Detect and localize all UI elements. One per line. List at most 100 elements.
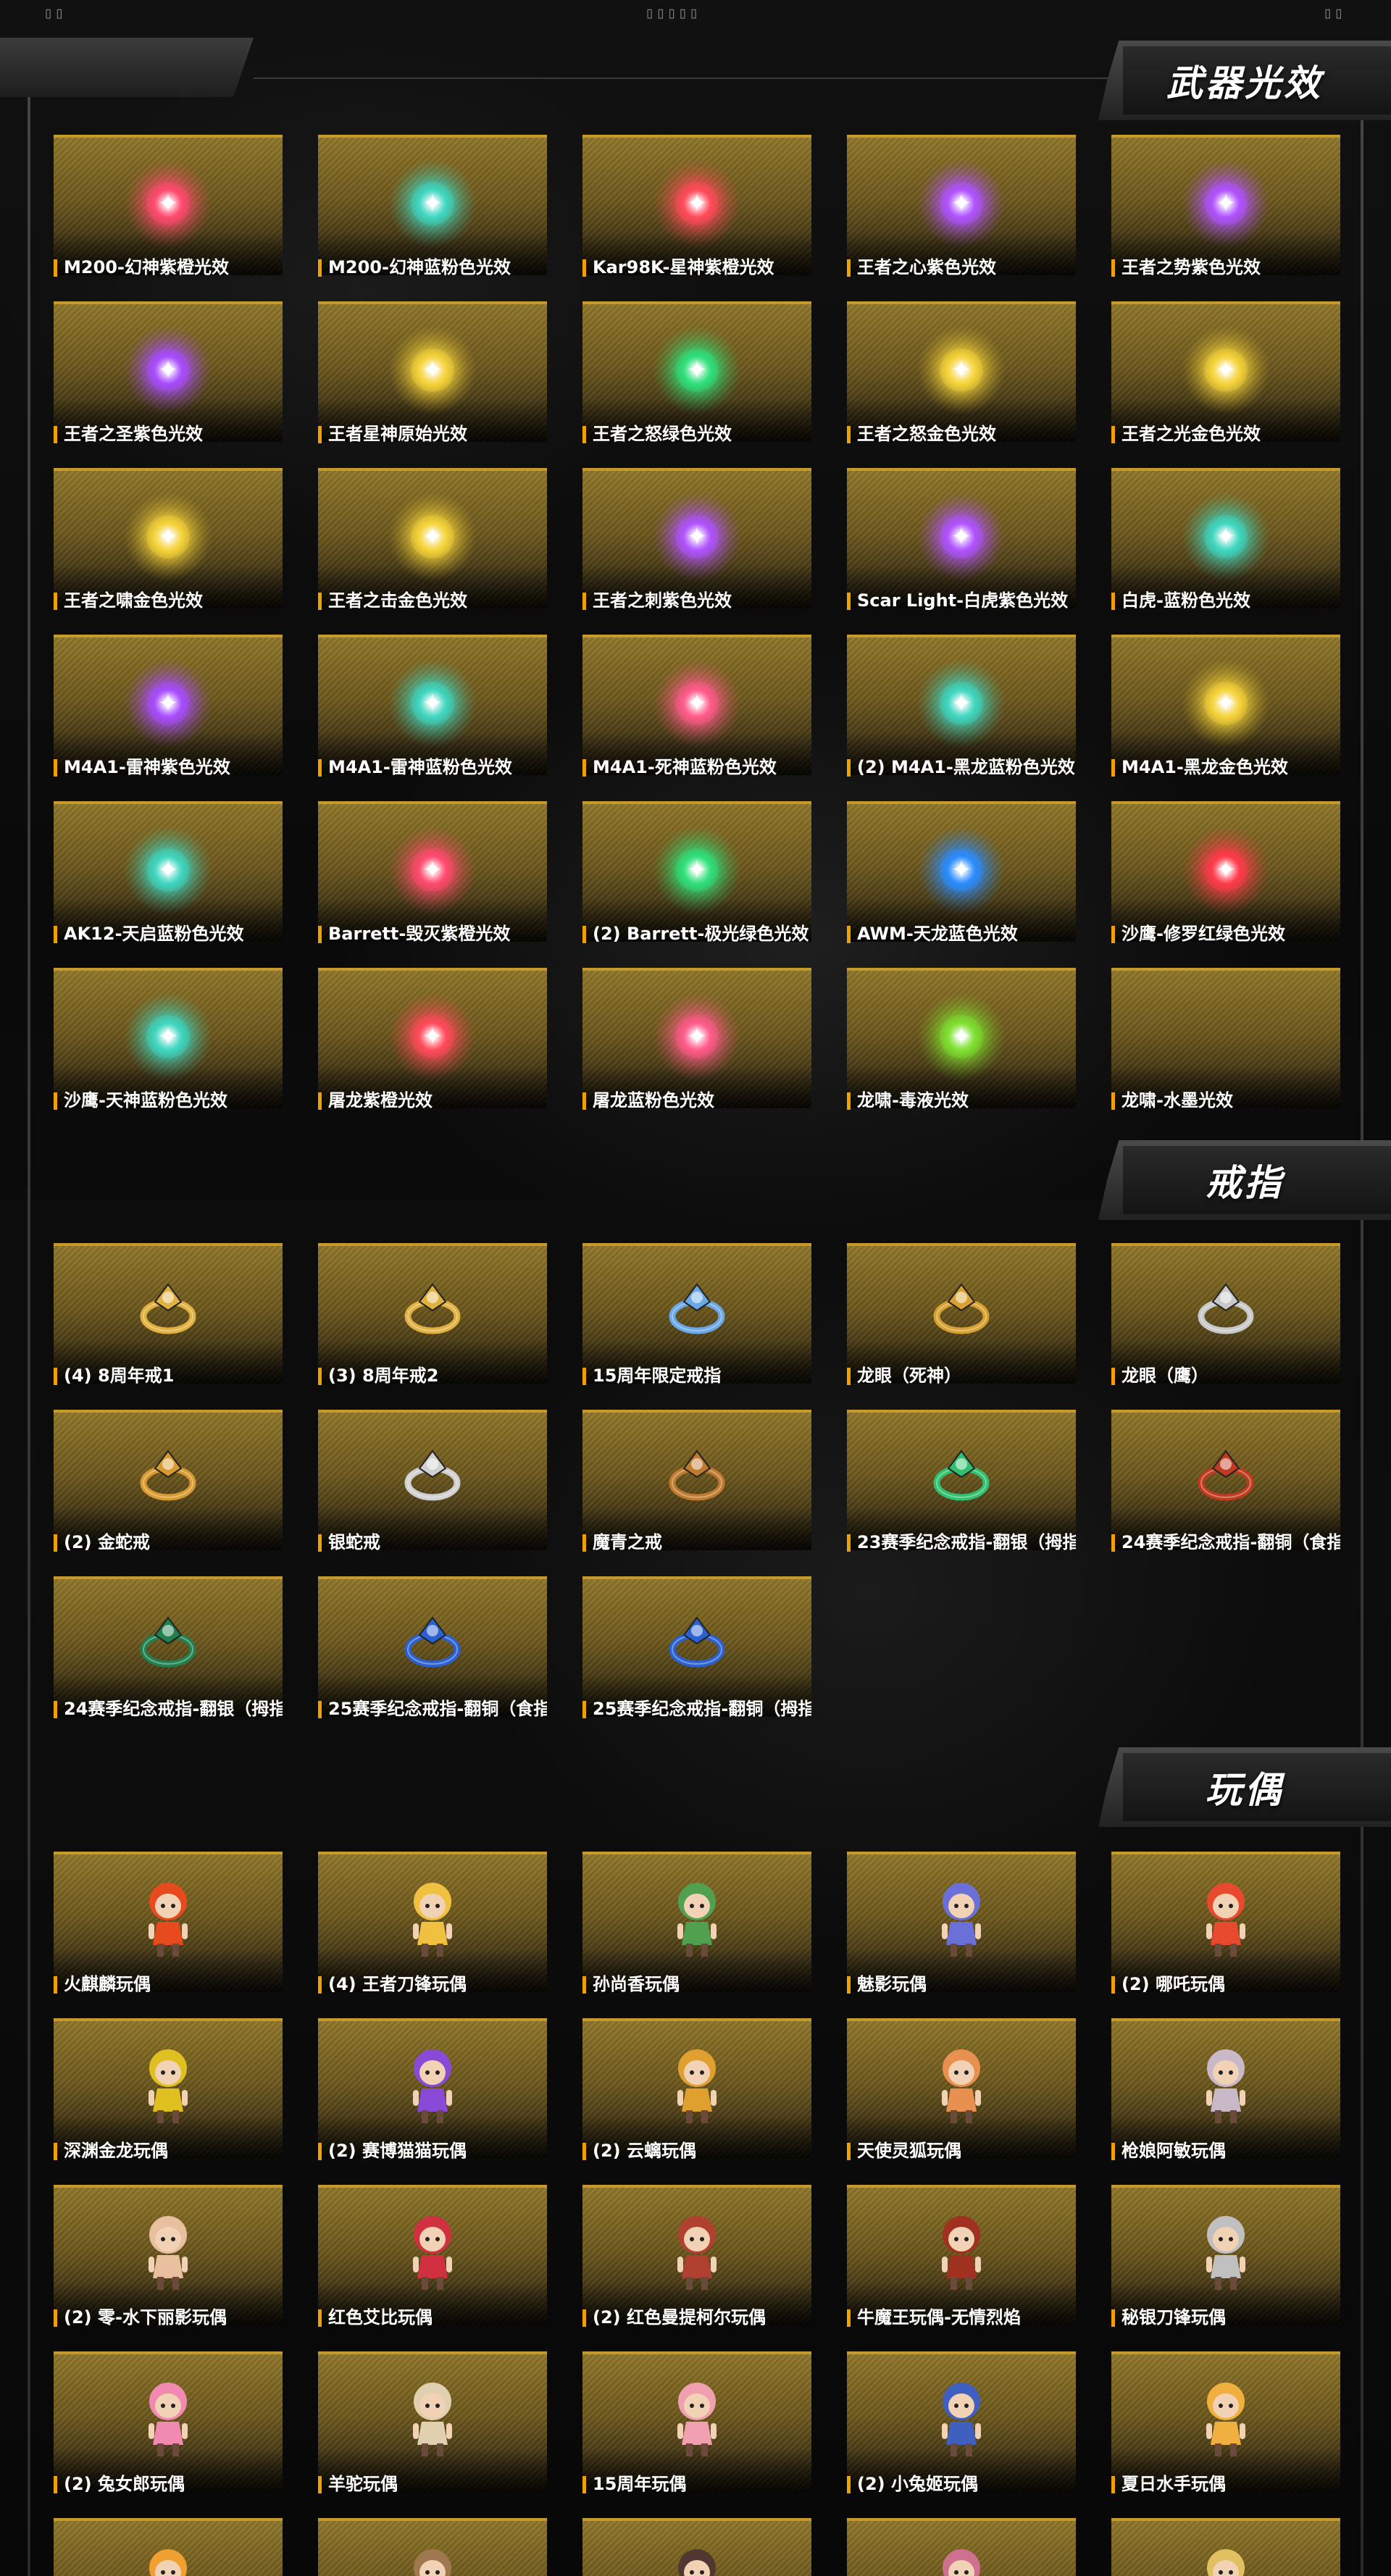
doll-card[interactable]: [1111, 2018, 1340, 2159]
effect-item[interactable]: ✦ 王者星神原始光效: [318, 301, 547, 468]
effect-item[interactable]: ✦ M200-幻神紫橙光效: [54, 135, 283, 301]
effect-item[interactable]: ✦ 王者之势紫色光效: [1111, 135, 1340, 301]
ring-card[interactable]: [582, 1243, 811, 1384]
doll-item[interactable]: [847, 2518, 1076, 2576]
doll-item[interactable]: [582, 2518, 811, 2576]
doll-card[interactable]: [318, 2185, 547, 2325]
doll-item[interactable]: (2) 赛博猫猫玩偶: [318, 2018, 547, 2185]
effect-item[interactable]: ✦ 王者之刺紫色光效: [582, 468, 811, 635]
effect-card[interactable]: ✦: [847, 301, 1076, 442]
doll-card[interactable]: [1111, 1852, 1340, 1992]
doll-item[interactable]: 羊驼玩偶: [318, 2351, 547, 2518]
effect-item[interactable]: ✦ Barrett-毁灭紫橙光效: [318, 801, 547, 968]
effect-card[interactable]: ✦: [318, 635, 547, 775]
ring-item[interactable]: 龙眼（鹰）: [1111, 1243, 1340, 1410]
ring-item[interactable]: 龙眼（死神）: [847, 1243, 1076, 1410]
doll-card[interactable]: [54, 2018, 283, 2159]
effect-card[interactable]: ✦: [318, 968, 547, 1108]
effect-item[interactable]: ✦ 王者之啸金色光效: [54, 468, 283, 635]
effect-card[interactable]: ✦: [582, 801, 811, 942]
ring-card[interactable]: [582, 1576, 811, 1717]
effect-item[interactable]: ✦ 屠龙紫橙光效: [318, 968, 547, 1134]
ring-card[interactable]: [318, 1243, 547, 1384]
effect-item[interactable]: ✦ M4A1-黑龙金色光效: [1111, 635, 1340, 801]
effect-item[interactable]: ✦ 王者之心紫色光效: [847, 135, 1076, 301]
effect-card[interactable]: ✦: [318, 801, 547, 942]
doll-item[interactable]: [54, 2518, 283, 2576]
doll-item[interactable]: 红色艾比玩偶: [318, 2185, 547, 2351]
effect-item[interactable]: ✦ Kar98K-星神紫橙光效: [582, 135, 811, 301]
doll-item[interactable]: 夏日水手玩偶: [1111, 2351, 1340, 2518]
ring-item[interactable]: 25赛季纪念戒指-翻铜（拇指）: [582, 1576, 811, 1743]
effect-item[interactable]: ✦ 白虎-蓝粉色光效: [1111, 468, 1340, 635]
ring-card[interactable]: [54, 1243, 283, 1384]
doll-card[interactable]: [582, 2518, 811, 2576]
ring-item[interactable]: (2) 金蛇戒: [54, 1410, 283, 1576]
effect-card[interactable]: ✦: [54, 135, 283, 275]
ring-item[interactable]: (4) 8周年戒1: [54, 1243, 283, 1410]
doll-item[interactable]: (2) 哪吒玩偶: [1111, 1852, 1340, 2018]
doll-card[interactable]: [318, 2518, 547, 2576]
ring-card[interactable]: [1111, 1243, 1340, 1384]
doll-item[interactable]: (2) 小兔姬玩偶: [847, 2351, 1076, 2518]
doll-card[interactable]: [847, 2518, 1076, 2576]
doll-card[interactable]: [582, 2185, 811, 2325]
doll-card[interactable]: [582, 2351, 811, 2492]
doll-item[interactable]: 枪娘阿敏玩偶: [1111, 2018, 1340, 2185]
effect-card[interactable]: ✦: [1111, 301, 1340, 442]
doll-item[interactable]: 孙尚香玩偶: [582, 1852, 811, 2018]
doll-item[interactable]: (2) 云螭玩偶: [582, 2018, 811, 2185]
effect-card[interactable]: ✦: [582, 135, 811, 275]
ring-item[interactable]: 24赛季纪念戒指-翻银（拇指）: [54, 1576, 283, 1743]
ring-card[interactable]: [1111, 1410, 1340, 1550]
effect-card[interactable]: ✦: [847, 801, 1076, 942]
effect-card[interactable]: ✦: [582, 301, 811, 442]
effect-card[interactable]: ✦: [54, 801, 283, 942]
effect-item[interactable]: ✦ AK12-天启蓝粉色光效: [54, 801, 283, 968]
effect-item[interactable]: ✦ (2) Barrett-极光绿色光效: [582, 801, 811, 968]
effect-card[interactable]: ✦: [582, 635, 811, 775]
effect-card[interactable]: ✦: [318, 301, 547, 442]
effect-item[interactable]: ✦ 王者之圣紫色光效: [54, 301, 283, 468]
effect-item[interactable]: ✦ 沙鹰-修罗红绿色光效: [1111, 801, 1340, 968]
effect-card[interactable]: ✦: [318, 468, 547, 609]
ring-item[interactable]: 23赛季纪念戒指-翻银（拇指）: [847, 1410, 1076, 1576]
effect-card[interactable]: ✦: [54, 301, 283, 442]
effect-item[interactable]: ✦ AWM-天龙蓝色光效: [847, 801, 1076, 968]
doll-item[interactable]: 火麒麟玩偶: [54, 1852, 283, 2018]
effect-item[interactable]: ✦ 王者之怒绿色光效: [582, 301, 811, 468]
doll-card[interactable]: [1111, 2518, 1340, 2576]
doll-item[interactable]: [318, 2518, 547, 2576]
ring-card[interactable]: [847, 1410, 1076, 1550]
effect-item[interactable]: ✦ M200-幻神蓝粉色光效: [318, 135, 547, 301]
doll-item[interactable]: 魅影玩偶: [847, 1852, 1076, 2018]
ring-item[interactable]: 24赛季纪念戒指-翻铜（食指）: [1111, 1410, 1340, 1576]
effect-item[interactable]: ✦ 沙鹰-天神蓝粉色光效: [54, 968, 283, 1134]
effect-card[interactable]: ✦: [847, 135, 1076, 275]
doll-card[interactable]: [54, 2518, 283, 2576]
doll-card[interactable]: [847, 2018, 1076, 2159]
ring-card[interactable]: [318, 1410, 547, 1550]
doll-card[interactable]: [847, 2185, 1076, 2325]
doll-item[interactable]: 牛魔王玩偶-无情烈焰: [847, 2185, 1076, 2351]
doll-card[interactable]: [318, 1852, 547, 1992]
effect-item[interactable]: ✦ Scar Light-白虎紫色光效: [847, 468, 1076, 635]
ring-card[interactable]: [318, 1576, 547, 1717]
doll-item[interactable]: (2) 零-水下丽影玩偶: [54, 2185, 283, 2351]
effect-card[interactable]: ✦: [847, 468, 1076, 609]
doll-item[interactable]: 深渊金龙玩偶: [54, 2018, 283, 2185]
effect-card[interactable]: ✦: [1111, 135, 1340, 275]
doll-item[interactable]: (2) 兔女郎玩偶: [54, 2351, 283, 2518]
doll-card[interactable]: [582, 2018, 811, 2159]
effect-item[interactable]: ✦ M4A1-雷神紫色光效: [54, 635, 283, 801]
effect-item[interactable]: ✦ 王者之怒金色光效: [847, 301, 1076, 468]
doll-card[interactable]: [1111, 2351, 1340, 2492]
effect-card[interactable]: ✦: [1111, 801, 1340, 942]
effect-item[interactable]: ✦ 屠龙蓝粉色光效: [582, 968, 811, 1134]
ring-item[interactable]: 25赛季纪念戒指-翻铜（食指）: [318, 1576, 547, 1743]
doll-item[interactable]: 天使灵狐玩偶: [847, 2018, 1076, 2185]
doll-card[interactable]: [318, 2018, 547, 2159]
effect-item[interactable]: ✦ M4A1-雷神蓝粉色光效: [318, 635, 547, 801]
effect-card[interactable]: ✦: [54, 635, 283, 775]
effect-card[interactable]: ✦: [582, 468, 811, 609]
